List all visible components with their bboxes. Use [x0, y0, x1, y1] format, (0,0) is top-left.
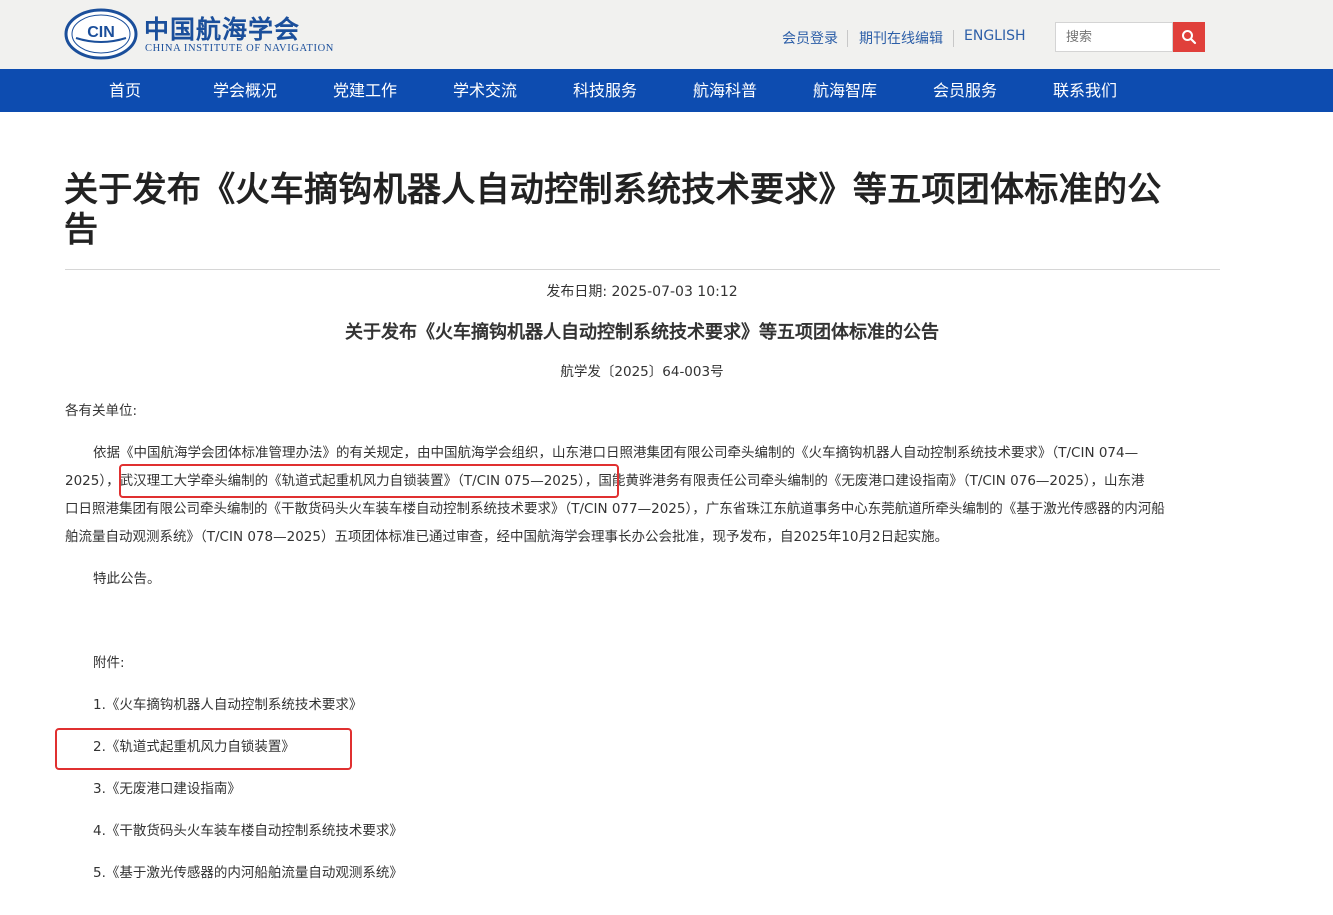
- body-line: 口日照港集团有限公司牵头编制的《干散货码头火车装车楼自动控制系统技术要求》（T/…: [65, 501, 1165, 517]
- search-box: [1055, 22, 1205, 52]
- attachments-label: 附件:: [93, 655, 125, 671]
- attachment-link[interactable]: 1.《火车摘钩机器人自动控制系统技术要求》: [93, 691, 362, 719]
- body-line: 舶流量自动观测系统》（T/CIN 078—2025）五项团体标准已通过审查，经中…: [65, 529, 949, 545]
- publish-date: 发布日期: 2025-07-03 10:12: [546, 284, 738, 300]
- search-button[interactable]: [1173, 22, 1205, 52]
- journal-editing-link[interactable]: 期刊在线编辑: [859, 28, 943, 48]
- salutation: 各有关单位:: [65, 403, 138, 419]
- article-title: 关于发布《火车摘钩机器人自动控制系统技术要求》等五项团体标准的公 告: [64, 170, 1234, 250]
- highlight-box-body: [119, 464, 619, 498]
- body-line: 依据《中国航海学会团体标准管理办法》的有关规定，由中国航海学会组织，山东港口日照…: [93, 445, 1139, 461]
- article-title-line: 告: [64, 210, 99, 250]
- article-title-line: 关于发布《火车摘钩机器人自动控制系统技术要求》等五项团体标准的公: [64, 170, 1162, 210]
- cin-emblem-icon: CIN: [64, 8, 138, 60]
- link-divider: [847, 30, 848, 47]
- site-header: CIN 中国航海学会 CHINA INSTITUTE OF NAVIGATION…: [0, 0, 1333, 69]
- link-divider: [953, 30, 954, 47]
- logo-english-name: CHINA INSTITUTE OF NAVIGATION: [145, 43, 334, 54]
- nav-item-contact[interactable]: 联系我们: [1025, 69, 1145, 112]
- main-nav: 首页 学会概况 党建工作 学术交流 科技服务 航海科普 航海智库 会员服务 联系…: [0, 69, 1333, 112]
- attachment-link[interactable]: 5.《基于激光传感器的内河船舶流量自动观测系统》: [93, 859, 403, 887]
- attachment-link[interactable]: 4.《干散货码头火车装车楼自动控制系统技术要求》: [93, 817, 403, 845]
- nav-item-science-popularization[interactable]: 航海科普: [665, 69, 785, 112]
- nav-item-member-service[interactable]: 会员服务: [905, 69, 1025, 112]
- logo-chinese-name: 中国航海学会: [144, 15, 301, 44]
- nav-item-home[interactable]: 首页: [65, 69, 185, 112]
- closing-text: 特此公告。: [93, 571, 161, 587]
- highlight-box-attachment: [55, 728, 352, 770]
- nav-item-about[interactable]: 学会概况: [185, 69, 305, 112]
- title-divider: [65, 269, 1220, 270]
- nav-item-think-tank[interactable]: 航海智库: [785, 69, 905, 112]
- nav-item-tech-service[interactable]: 科技服务: [545, 69, 665, 112]
- emblem-text: CIN: [87, 24, 115, 41]
- nav-item-academic[interactable]: 学术交流: [425, 69, 545, 112]
- search-input[interactable]: [1055, 22, 1173, 52]
- member-login-link[interactable]: 会员登录: [782, 28, 838, 48]
- search-icon: [1182, 30, 1197, 45]
- site-logo[interactable]: CIN 中国航海学会 CHINA INSTITUTE OF NAVIGATION: [64, 8, 333, 62]
- document-title: 关于发布《火车摘钩机器人自动控制系统技术要求》等五项团体标准的公告: [345, 322, 939, 343]
- attachment-link[interactable]: 3.《无废港口建设指南》: [93, 775, 241, 803]
- nav-item-party[interactable]: 党建工作: [305, 69, 425, 112]
- document-number: 航学发〔2025〕64-003号: [560, 364, 724, 380]
- english-link[interactable]: ENGLISH: [964, 28, 1026, 44]
